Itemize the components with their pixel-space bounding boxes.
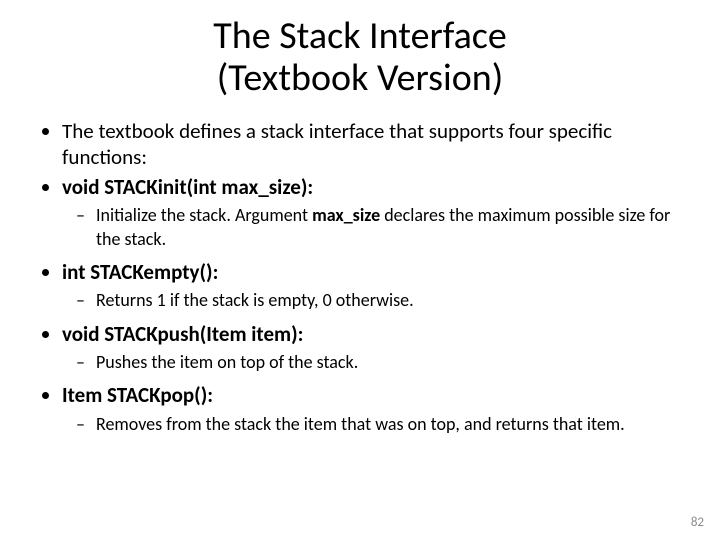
fn1-desc-a: Initialize the stack. Argument bbox=[96, 204, 312, 226]
fn3-desc: Pushes the item on top of the stack. bbox=[96, 351, 690, 374]
fn2-desc: Returns 1 if the stack is empty, 0 other… bbox=[96, 289, 690, 312]
slide-title: The Stack Interface (Textbook Version) bbox=[30, 16, 690, 100]
slide: The Stack Interface (Textbook Version) T… bbox=[0, 0, 720, 540]
fn1-desc-bold: max_size bbox=[312, 204, 380, 226]
fn1-sublist: Initialize the stack. Argument max_size … bbox=[62, 204, 690, 251]
fn1-signature: void STACKinit(int max_size): bbox=[62, 174, 313, 200]
bullet-list: The textbook defines a stack interface t… bbox=[40, 118, 690, 436]
title-line-1: The Stack Interface bbox=[213, 13, 507, 59]
bullet-intro: The textbook defines a stack interface t… bbox=[62, 118, 690, 171]
fn2-signature: int STACKempty(): bbox=[62, 259, 218, 285]
title-line-2: (Textbook Version) bbox=[217, 55, 503, 101]
fn4-sublist: Removes from the stack the item that was… bbox=[62, 413, 690, 436]
page-number: 82 bbox=[691, 515, 704, 530]
fn2-sublist: Returns 1 if the stack is empty, 0 other… bbox=[62, 289, 690, 312]
fn3-sublist: Pushes the item on top of the stack. bbox=[62, 351, 690, 374]
fn3-signature: void STACKpush(Item item): bbox=[62, 321, 303, 347]
fn4-signature: Item STACKpop(): bbox=[62, 382, 213, 408]
bullet-fn3: void STACKpush(Item item): Pushes the it… bbox=[62, 321, 690, 375]
bullet-fn4: Item STACKpop(): Removes from the stack … bbox=[62, 382, 690, 436]
fn1-desc: Initialize the stack. Argument max_size … bbox=[96, 204, 690, 251]
bullet-fn1: void STACKinit(int max_size): Initialize… bbox=[62, 174, 690, 251]
fn4-desc: Removes from the stack the item that was… bbox=[96, 413, 690, 436]
bullet-fn2: int STACKempty(): Returns 1 if the stack… bbox=[62, 259, 690, 313]
